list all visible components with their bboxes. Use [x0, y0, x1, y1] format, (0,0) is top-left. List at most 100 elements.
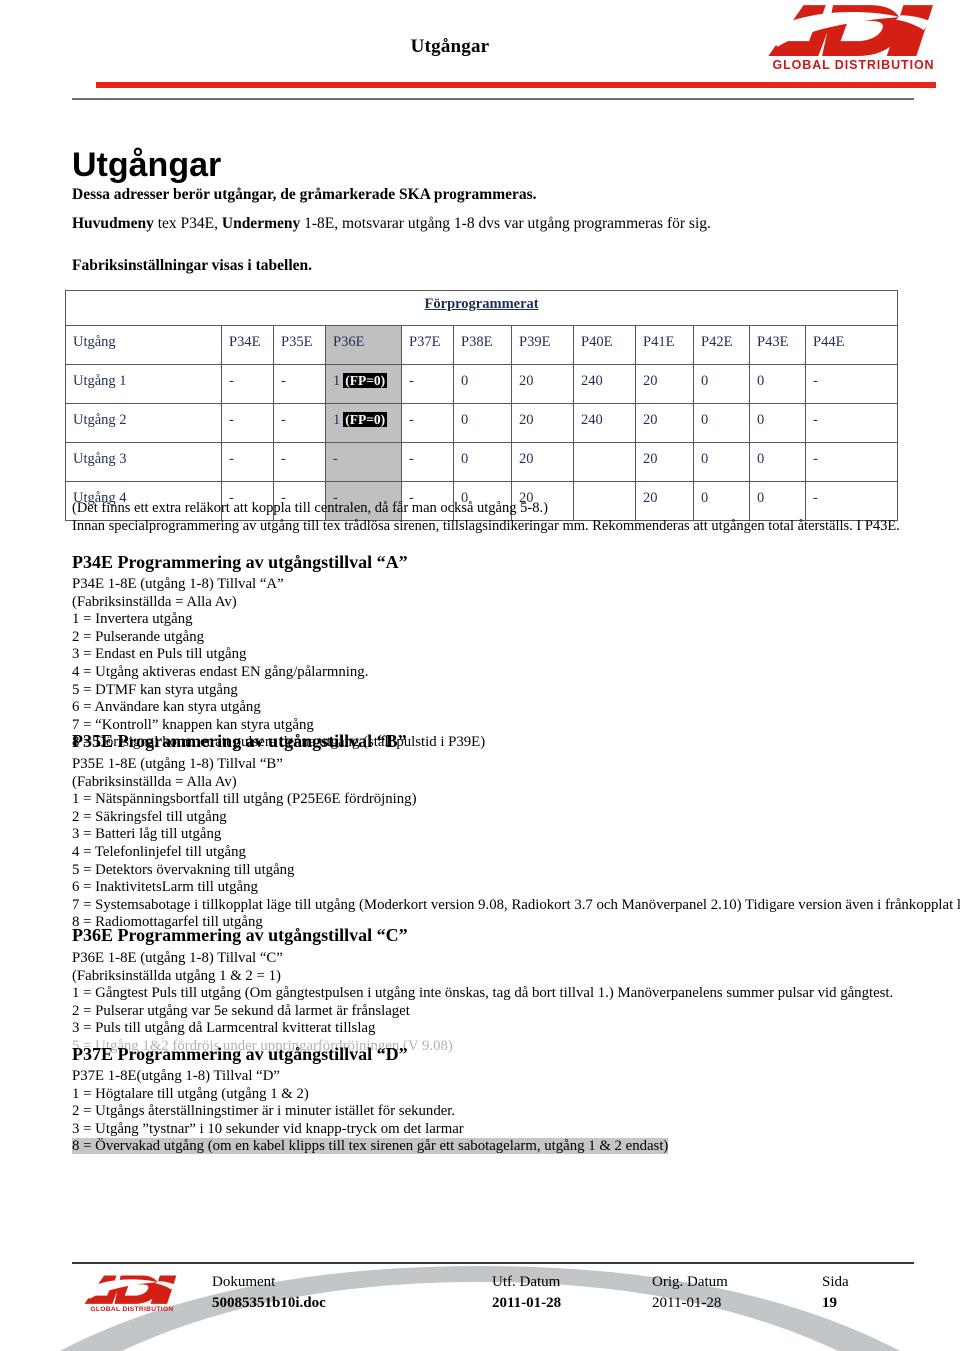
table-column-header-label: P41E	[643, 334, 675, 350]
adi-logo-subtitle: GLOBAL DISTRIBUTION	[772, 58, 935, 72]
table-column-header-label: P35E	[281, 334, 313, 350]
factory-preset-badge: (FP=0)	[343, 412, 388, 427]
section-line: 7 = Systemsabotage i tillkopplat läge ti…	[72, 896, 960, 913]
section-line: (Fabriksinställda = Alla Av)	[72, 773, 237, 790]
table-cell: 0	[453, 442, 512, 482]
table-cell: 240	[573, 364, 636, 404]
table-column-header-utg-ng: Utgång	[65, 325, 222, 365]
footer-col-orig-datum: Orig. Datum 2011-01-28	[652, 1272, 728, 1314]
section-line: 1 = Gångtest Puls till utgång (Om gångte…	[72, 985, 894, 1002]
table-cell	[573, 442, 636, 482]
table-banner-row: Förprogrammerat	[64, 290, 899, 326]
lead2-text-b: 1-8E, motsvarar utgång 1-8 dvs var utgån…	[300, 215, 711, 232]
table-column-header-label: P39E	[519, 334, 551, 350]
footer-col-dokument: Dokument 50085351b10i.doc	[212, 1272, 326, 1314]
section-line: 6 = InaktivitetsLarm till utgång	[72, 879, 258, 896]
table-cell-value: 0	[461, 373, 469, 389]
table-row-label: Utgång 1	[65, 364, 222, 404]
table-cell-value: -	[409, 451, 414, 467]
table-header-row: Utgång P34E P35E P36E P37E P38E P39E P40E P41E P4…	[65, 325, 899, 365]
lead2-bold-huvudmeny: Huvudmeny	[72, 215, 154, 232]
footer-label-sida: Sida	[822, 1274, 849, 1290]
adi-logo-footer-subtitle: GLOBAL DISTRIBUTION	[90, 1306, 174, 1313]
section-line: P37E 1-8E(utgång 1-8) Tillval “D”	[72, 1068, 280, 1084]
preprogrammed-table-wrapper: Förprogrammerat Utgång P34E P35E P36E P37E P38…	[64, 290, 899, 521]
adi-logo-mark-icon	[761, 2, 946, 60]
table-banner-label: Förprogrammerat	[424, 296, 539, 312]
table-cell-value: 240	[581, 412, 603, 428]
footer-label-orig-datum: Orig. Datum	[652, 1274, 728, 1290]
table-cell: 0	[749, 481, 806, 521]
table-cell-value: 0	[757, 490, 765, 506]
table-cell: -	[804, 481, 899, 521]
table-cell: 20	[511, 403, 574, 443]
section-line: 1 = Högtalare till utgång (utgång 1 & 2)	[72, 1085, 309, 1102]
table-cell: 0	[749, 364, 806, 404]
table-cell: -	[804, 442, 899, 482]
page-header: Utgångar GLOBAL DISTRIBUTION	[0, 0, 960, 104]
section-line: P34E 1-8E (utgång 1-8) Tillval “A”	[72, 576, 284, 592]
lead2-bold-undermeny: Undermeny	[221, 215, 301, 232]
section-list-p36e: P36E 1-8E (utgång 1-8) Tillval “C” (Fabri…	[72, 950, 893, 1056]
table-column-header-label: P38E	[461, 334, 493, 350]
table-column-header-p43e: P43E	[749, 325, 806, 365]
table-column-header-p39e: P39E	[511, 325, 574, 365]
table-cell: -	[401, 403, 454, 443]
table-column-header-p40e: P40E	[573, 325, 636, 365]
table-cell-value: 20	[519, 412, 534, 428]
table-cell	[573, 481, 636, 521]
section-title-p34e: P34E Programmering av utgångstillval “A”	[72, 552, 408, 572]
table-column-header-label: P36E	[333, 334, 365, 350]
section-line-highlight: 8 = Övervakad utgång (om en kabel klipps…	[72, 1138, 669, 1155]
table-cell: -	[401, 442, 454, 482]
table-cell: 20	[635, 481, 694, 521]
table-column-header-p34e: P34E	[221, 325, 274, 365]
table-cell-value: 0	[757, 412, 765, 428]
table-row: Utgång 2 - - 1 (FP=0) - 0 20 240 20 0 0 -	[65, 403, 899, 443]
table-cell: 0	[453, 364, 512, 404]
table-column-header-label: P44E	[813, 334, 845, 350]
section-list-p37e: P37E 1-8E(utgång 1-8) Tillval “D” 1 = Hög…	[72, 1068, 669, 1156]
table-cell: -	[401, 364, 454, 404]
table-cell-value: 0	[461, 451, 469, 467]
section-line: (Fabriksinställda = Alla Av)	[72, 593, 237, 610]
table-column-header-p38e: P38E	[453, 325, 512, 365]
table-cell-value: 20	[643, 451, 658, 467]
section-line: 1 = Invertera utgång	[72, 611, 193, 628]
table-cell-value: 0	[757, 373, 765, 389]
footer-meta-table: Dokument 50085351b10i.doc Utf. Datum 201…	[200, 1270, 900, 1326]
table-cell-value: 0	[701, 490, 709, 506]
table-row-label: Utgång 3	[65, 442, 222, 482]
footer-col-sida: Sida 19	[822, 1272, 849, 1314]
lead2-text-a: tex P34E,	[153, 215, 222, 232]
section-title-p36e: P36E Programmering av utgångstillval “C”	[72, 925, 408, 945]
table-row-label-text: Utgång 3	[73, 451, 127, 467]
table-row: Utgång 3 - - - - 0 20 20 0 0 -	[65, 442, 899, 482]
table-column-header-p41e: P41E	[635, 325, 694, 365]
page-footer: GLOBAL DISTRIBUTION Dokument 50085351b10…	[0, 1262, 960, 1351]
table-cell-value: 0	[461, 412, 469, 428]
table-note-1: (Det finns ett extra reläkort att koppla…	[72, 500, 548, 516]
table-column-header-p36e: P36E	[325, 325, 402, 365]
table-cell-value: -	[813, 451, 818, 467]
table-cell-value: -	[229, 451, 234, 467]
table-column-header-p42e: P42E	[693, 325, 750, 365]
table-cell-value: -	[409, 412, 414, 428]
table-cell: -	[804, 364, 899, 404]
adi-logo-header: GLOBAL DISTRIBUTION	[761, 2, 946, 80]
lead-paragraph-2: Huvudmeny tex P34E, Undermeny 1-8E, mots…	[72, 214, 711, 233]
table-cell-value: 20	[643, 412, 658, 428]
table-cell: 0	[749, 442, 806, 482]
table-cell-value: 20	[519, 373, 534, 389]
table-cell-value	[574, 482, 635, 490]
table-column-header-label: P42E	[701, 334, 733, 350]
table-cell: 0	[693, 442, 750, 482]
section-line: 5 = DTMF kan styra utgång	[72, 681, 238, 698]
table-cell-value: -	[813, 412, 818, 428]
section-line: 3 = Batteri låg till utgång	[72, 826, 222, 843]
table-column-header-p44e: P44E	[804, 325, 899, 365]
footer-label-utf-datum: Utf. Datum	[492, 1274, 561, 1290]
table-cell: 240	[573, 403, 636, 443]
section-line: 1 = Nätspänningsbortfall till utgång (P2…	[72, 791, 417, 808]
footer-value-orig-datum: 2011-01-28	[652, 1295, 722, 1311]
